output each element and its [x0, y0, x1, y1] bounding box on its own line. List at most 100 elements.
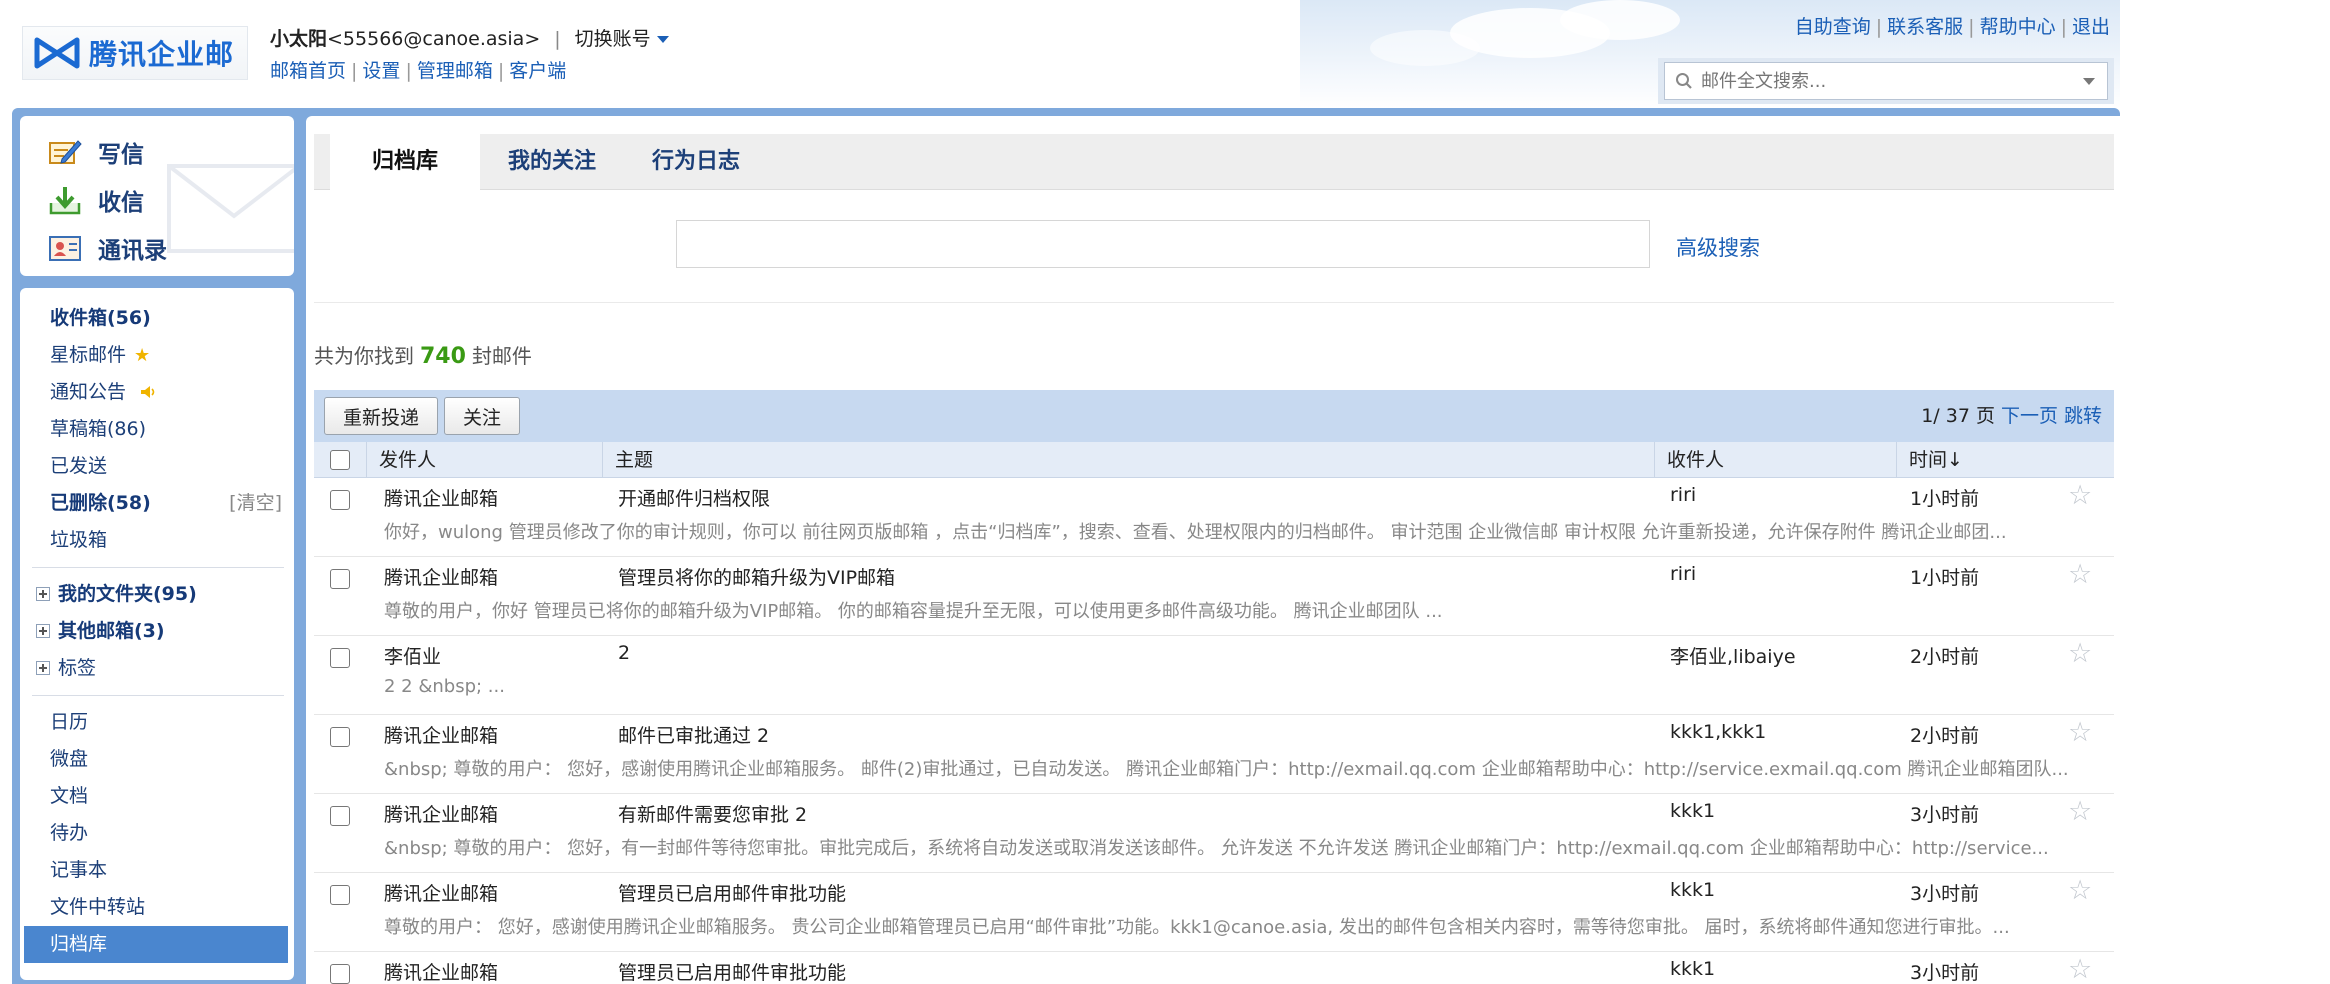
logo-icon — [34, 37, 80, 69]
row-checkbox[interactable] — [330, 727, 350, 747]
folder-notice-label: 通知公告 — [50, 381, 127, 403]
result-count-prefix: 共为你找到 — [314, 344, 414, 368]
nav-settings[interactable]: 设置 — [362, 60, 400, 82]
tab-archive[interactable]: 归档库 — [330, 134, 481, 191]
account-info: 小太阳<55566@canoe.asia> | 切换账号 — [270, 24, 669, 51]
row-time: 1小时前 — [1910, 488, 1980, 510]
row-subject[interactable]: 2 — [618, 642, 630, 664]
row-time: 1小时前 — [1910, 567, 1980, 589]
pager: 1/ 37 页下一页 跳转 — [1921, 390, 2102, 442]
row-checkbox[interactable] — [330, 964, 350, 984]
link-help-center[interactable]: 帮助中心 — [1980, 16, 2056, 38]
row-subject[interactable]: 开通邮件归档权限 — [618, 484, 770, 511]
link-logout[interactable]: 退出 — [2072, 16, 2110, 38]
row-checkbox[interactable] — [330, 806, 350, 826]
row-time: 3小时前 — [1910, 962, 1980, 984]
receive-icon — [49, 187, 81, 215]
table-row[interactable]: 腾讯企业邮箱 管理员已启用邮件审批功能 kkk1 3小时前 ☆ — [314, 952, 2114, 984]
row-subject[interactable]: 管理员已启用邮件审批功能 — [618, 879, 846, 906]
table-row[interactable]: 李佰业 2 李佰业,libaiye 2小时前 ☆ 2 2 &nbsp; ... — [314, 636, 2114, 715]
user-name: 小太阳 — [270, 28, 328, 50]
clear-deleted-button[interactable]: [清空] — [229, 485, 282, 522]
row-checkbox[interactable] — [330, 569, 350, 589]
folder-starred-label: 星标邮件 — [50, 344, 127, 366]
app-weidisk[interactable]: 微盘 — [20, 741, 294, 778]
switch-account-button[interactable]: 切换账号 — [575, 28, 669, 50]
row-checkbox[interactable] — [330, 648, 350, 668]
star-outline-icon[interactable]: ☆ — [2068, 638, 2092, 669]
tab-behavior-log[interactable]: 行为日志 — [624, 134, 768, 190]
app-calendar[interactable]: 日历 — [20, 704, 294, 741]
nav-mailbox-home[interactable]: 邮箱首页 — [270, 60, 346, 82]
app-docs[interactable]: 文档 — [20, 778, 294, 815]
result-count-suffix: 封邮件 — [471, 344, 532, 368]
row-checkbox[interactable] — [330, 490, 350, 510]
table-row[interactable]: 腾讯企业邮箱 管理员已启用邮件审批功能 kkk1 3小时前 ☆ 尊敬的用户： 您好，感谢使… — [314, 873, 2114, 952]
app-file-transfer[interactable]: 文件中转站 — [20, 889, 294, 926]
row-sender: 李佰业 — [384, 646, 442, 668]
mail-search-input[interactable] — [1701, 70, 2083, 92]
row-preview: 你好，wulong 管理员修改了你的审计规则，你可以 前往网页版邮箱 ，点击“归… — [384, 522, 2007, 543]
link-contact-support[interactable]: 联系客服 — [1887, 16, 1963, 38]
jump-page-link[interactable]: 跳转 — [2064, 405, 2102, 427]
row-recipient: kkk1 — [1670, 800, 1716, 822]
follow-button[interactable]: 关注 — [444, 397, 521, 435]
expand-icon[interactable] — [36, 624, 50, 638]
select-all-checkbox[interactable] — [330, 450, 350, 470]
row-time: 3小时前 — [1910, 883, 1980, 905]
nav-manage-mailbox[interactable]: 管理邮箱 — [417, 60, 493, 82]
advanced-search-link[interactable]: 高级搜索 — [1676, 232, 1760, 262]
result-count-number: 740 — [420, 344, 466, 369]
row-time: 3小时前 — [1910, 804, 1980, 826]
expand-icon[interactable] — [36, 587, 50, 601]
envelope-watermark-icon — [167, 164, 294, 253]
search-dropdown-icon[interactable] — [2083, 77, 2095, 85]
table-row[interactable]: 腾讯企业邮箱 管理员将你的邮箱升级为VIP邮箱 riri 1小时前 ☆ 尊敬的用户，你好 … — [314, 557, 2114, 636]
next-page-link[interactable]: 下一页 — [2001, 405, 2058, 427]
row-subject[interactable]: 有新邮件需要您审批 2 — [618, 800, 807, 827]
row-subject[interactable]: 邮件已审批通过 2 — [618, 721, 769, 748]
table-row[interactable]: 腾讯企业邮箱 开通邮件归档权限 riri 1小时前 ☆ 你好，wulong 管理员修改了你… — [314, 478, 2114, 557]
tree-tags[interactable]: 标签 — [20, 650, 294, 687]
folder-sent[interactable]: 已发送 — [20, 448, 294, 485]
column-subject[interactable]: 主题 — [602, 442, 1654, 478]
star-outline-icon[interactable]: ☆ — [2068, 717, 2092, 748]
star-outline-icon[interactable]: ☆ — [2068, 954, 2092, 984]
star-outline-icon[interactable]: ☆ — [2068, 559, 2092, 590]
column-recipient[interactable]: 收件人 — [1654, 442, 1896, 478]
star-outline-icon[interactable]: ☆ — [2068, 796, 2092, 827]
folder-deleted[interactable]: 已删除(58) [清空] — [20, 485, 294, 522]
archive-search-input[interactable] — [676, 220, 1650, 268]
row-time: 2小时前 — [1910, 725, 1980, 747]
tree-other-mailboxes[interactable]: 其他邮箱(3) — [20, 613, 294, 650]
nav-client[interactable]: 客户端 — [509, 60, 566, 82]
logo[interactable]: 腾讯企业邮 — [22, 26, 248, 80]
star-outline-icon[interactable]: ☆ — [2068, 875, 2092, 906]
tab-my-follow[interactable]: 我的关注 — [480, 134, 624, 190]
row-subject[interactable]: 管理员将你的邮箱升级为VIP邮箱 — [618, 563, 895, 590]
folder-drafts[interactable]: 草稿箱(86) — [20, 411, 294, 448]
row-checkbox[interactable] — [330, 885, 350, 905]
resend-button[interactable]: 重新投递 — [324, 397, 439, 435]
column-time[interactable]: 时间↓ — [1896, 442, 2114, 478]
app-notes[interactable]: 记事本 — [20, 852, 294, 889]
divider — [314, 302, 2114, 303]
row-subject[interactable]: 管理员已启用邮件审批功能 — [618, 958, 846, 984]
row-time: 2小时前 — [1910, 646, 1980, 668]
table-row[interactable]: 腾讯企业邮箱 有新邮件需要您审批 2 kkk1 3小时前 ☆ &nbsp; 尊敬的用户： … — [314, 794, 2114, 873]
tree-my-folders[interactable]: 我的文件夹(95) — [20, 576, 294, 613]
app-archive[interactable]: 归档库 — [24, 926, 288, 963]
folder-notice[interactable]: 通知公告 — [20, 374, 294, 411]
app-todo[interactable]: 待办 — [20, 815, 294, 852]
compose-label: 写信 — [98, 142, 144, 168]
main-panel: 归档库 我的关注 行为日志 高级搜索 共为你找到 740 封邮件 重新投递 关注 1… — [306, 116, 2120, 984]
folder-inbox[interactable]: 收件箱(56) — [20, 300, 294, 337]
expand-icon[interactable] — [36, 661, 50, 675]
folder-spam[interactable]: 垃圾箱 — [20, 522, 294, 559]
link-self-service[interactable]: 自助查询 — [1795, 16, 1871, 38]
folder-starred[interactable]: 星标邮件 ★ — [20, 337, 294, 374]
frame-top-bar — [12, 108, 2120, 116]
star-outline-icon[interactable]: ☆ — [2068, 480, 2092, 511]
column-sender[interactable]: 发件人 — [366, 442, 602, 478]
table-row[interactable]: 腾讯企业邮箱 邮件已审批通过 2 kkk1,kkk1 2小时前 ☆ &nbsp; 尊敬的用… — [314, 715, 2114, 794]
